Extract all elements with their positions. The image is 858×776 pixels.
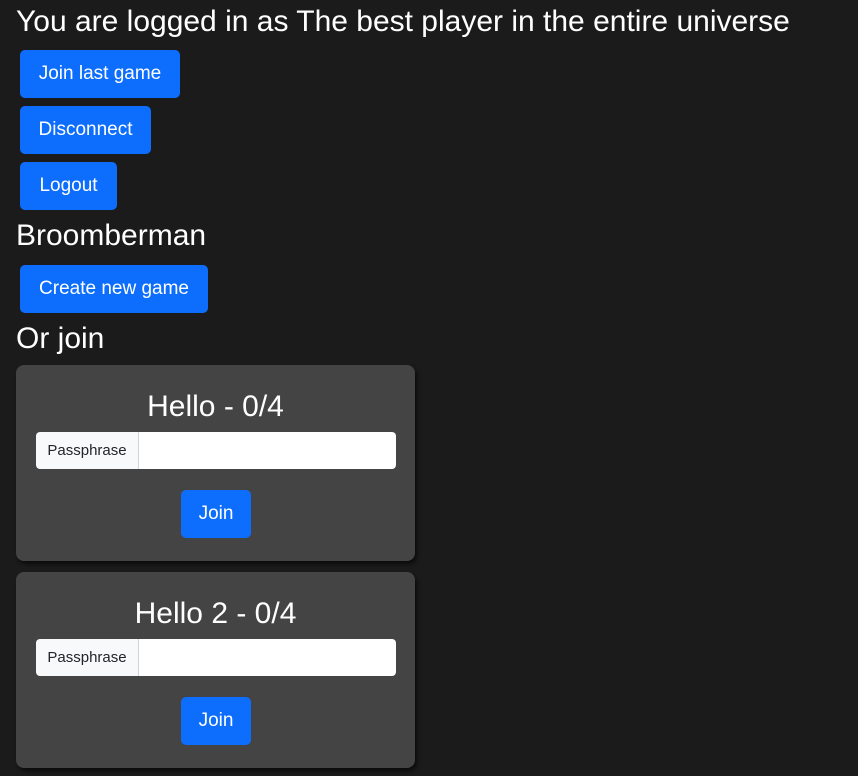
lobby-title: Hello - 0/4	[147, 390, 284, 423]
lobby-card: Hello 2 - 0/4 Passphrase Join	[16, 572, 415, 768]
passphrase-input-group: Passphrase	[36, 432, 396, 469]
lobby-title: Hello 2 - 0/4	[134, 597, 297, 630]
logout-button[interactable]: Logout	[20, 162, 117, 210]
game-title: Broomberman	[16, 219, 207, 252]
create-new-game-button[interactable]: Create new game	[20, 265, 208, 313]
or-join-heading: Or join	[16, 322, 105, 355]
passphrase-input[interactable]	[139, 639, 396, 676]
passphrase-label: Passphrase	[36, 432, 139, 469]
disconnect-button[interactable]: Disconnect	[20, 106, 151, 154]
passphrase-label: Passphrase	[36, 639, 139, 676]
logged-in-heading: You are logged in as The best player in …	[16, 5, 790, 38]
passphrase-input-group: Passphrase	[36, 639, 396, 676]
join-lobby-button[interactable]: Join	[181, 490, 251, 538]
join-last-game-button[interactable]: Join last game	[20, 50, 180, 98]
lobby-card: Hello - 0/4 Passphrase Join	[16, 365, 415, 561]
passphrase-input[interactable]	[139, 432, 396, 469]
join-lobby-button[interactable]: Join	[181, 697, 251, 745]
